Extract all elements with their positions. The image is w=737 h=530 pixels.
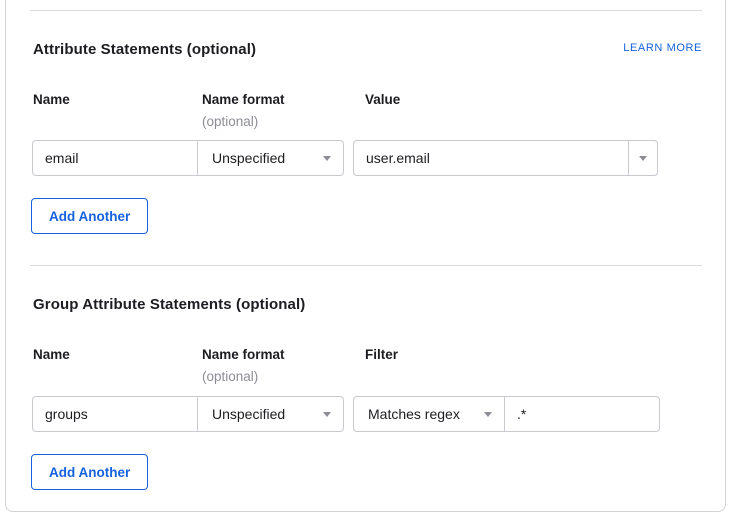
- name-format-optional-note: (optional): [202, 369, 258, 384]
- learn-more-link[interactable]: LEARN MORE: [623, 42, 702, 54]
- attribute-name-format-value: Unspecified: [212, 150, 285, 166]
- saml-settings-page: Attribute Statements (optional) LEARN MO…: [0, 0, 737, 530]
- column-header-name-format: Name format: [202, 347, 285, 362]
- attribute-value-input[interactable]: [353, 140, 629, 176]
- group-filter-value-input[interactable]: [504, 396, 660, 432]
- add-another-group-attribute-button[interactable]: Add Another: [31, 454, 148, 490]
- group-attribute-statements-title: Group Attribute Statements (optional): [33, 296, 305, 313]
- attribute-name-input[interactable]: [32, 140, 198, 176]
- attribute-value-dropdown-button[interactable]: [628, 140, 658, 176]
- group-attribute-name-format-value: Unspecified: [212, 406, 285, 422]
- dropdown-arrow-icon: [323, 412, 331, 417]
- section-divider: [30, 265, 702, 266]
- dropdown-arrow-icon: [323, 156, 331, 161]
- group-filter-type-select[interactable]: Matches regex: [353, 396, 505, 432]
- settings-card: [5, 0, 726, 512]
- add-another-attribute-button[interactable]: Add Another: [31, 198, 148, 234]
- attribute-statements-title: Attribute Statements (optional): [33, 41, 256, 58]
- name-format-optional-note: (optional): [202, 114, 258, 129]
- column-header-name-format: Name format: [202, 92, 285, 107]
- column-header-filter: Filter: [365, 347, 398, 362]
- dropdown-arrow-icon: [639, 156, 647, 161]
- dropdown-arrow-icon: [484, 412, 492, 417]
- column-header-name: Name: [33, 92, 70, 107]
- section-divider: [30, 10, 702, 11]
- attribute-name-format-select[interactable]: Unspecified: [197, 140, 344, 176]
- group-filter-type-value: Matches regex: [368, 406, 460, 422]
- group-attribute-name-format-select[interactable]: Unspecified: [197, 396, 344, 432]
- column-header-value: Value: [365, 92, 400, 107]
- column-header-name: Name: [33, 347, 70, 362]
- group-attribute-name-input[interactable]: [32, 396, 198, 432]
